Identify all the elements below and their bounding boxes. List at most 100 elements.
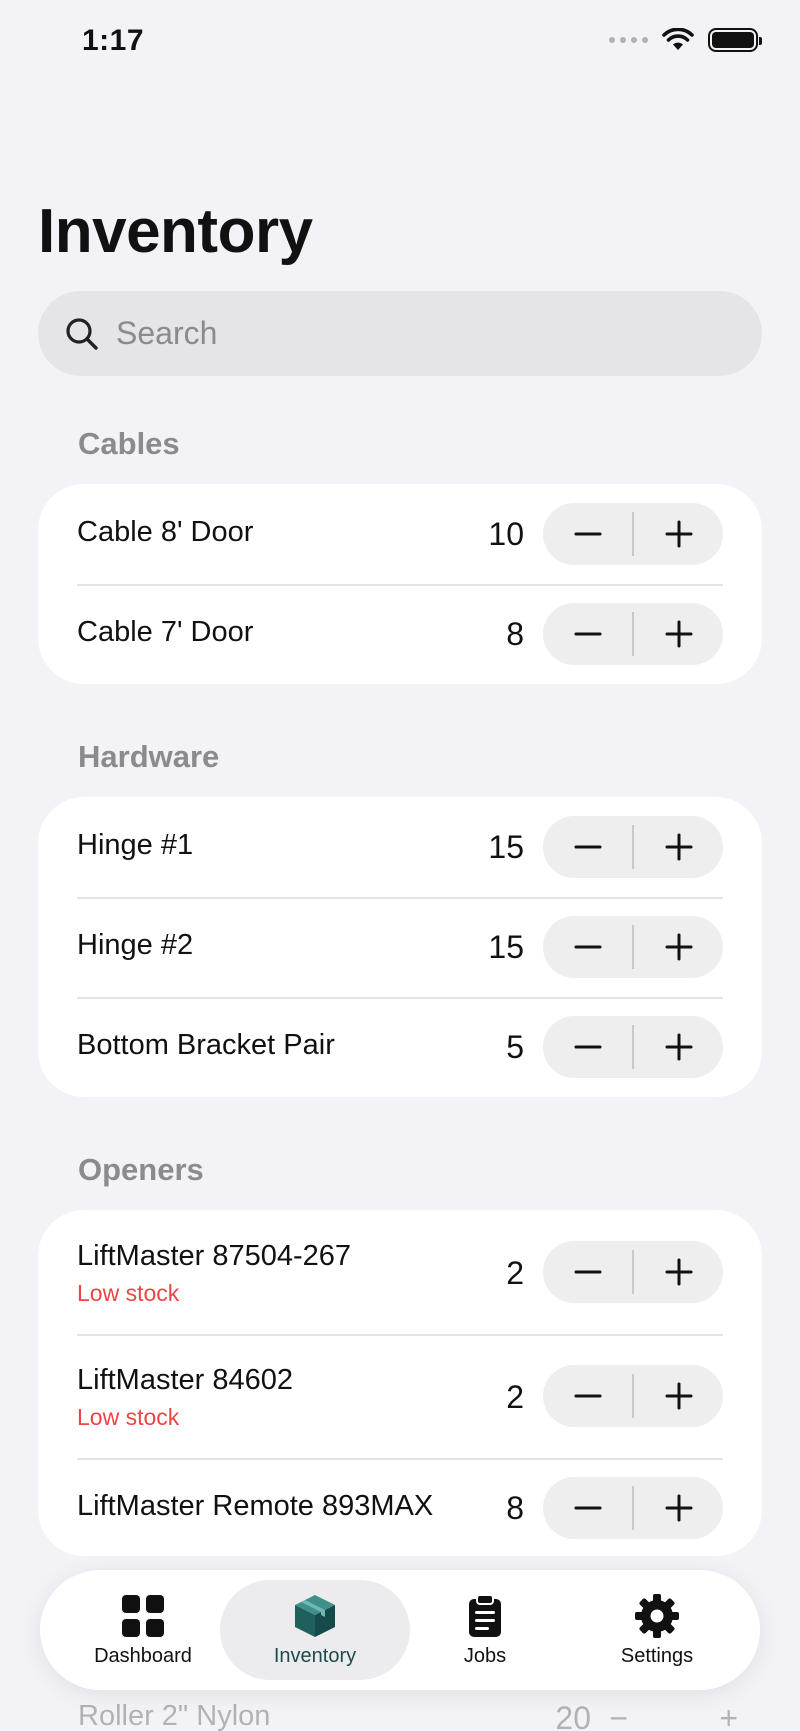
grid-icon [122,1594,164,1637]
item-quantity: 2 [506,1255,524,1291]
minus-icon [574,532,601,536]
quantity-stepper [543,1241,723,1303]
list-item: Cable 8' Door 10 [38,484,762,584]
item-name: LiftMaster Remote 893MAX [77,1490,434,1522]
cellular-signal-icon [609,37,648,43]
list-item: Bottom Bracket Pair 5 [38,997,762,1097]
quantity-stepper [543,603,723,665]
minus-icon [574,632,601,636]
increment-button[interactable] [634,816,723,878]
minus-icon [574,1394,601,1398]
decrement-button[interactable] [543,603,632,665]
section-card-hardware: Hinge #1 15 Hinge #2 15 Bottom Bracket P… [38,797,762,1097]
plus-icon [665,1033,692,1061]
page-title: Inventory [38,197,313,266]
item-name: Roller 2" Nylon [78,1700,271,1731]
increment-button[interactable] [634,916,723,978]
section-header-openers: Openers [78,1152,204,1187]
item-name: Cable 7' Door [77,616,254,648]
plus-icon [665,1494,692,1522]
tab-bar: Dashboard Inventory Jobs Settings [40,1570,760,1690]
tab-label: Settings [620,1644,694,1667]
list-item: LiftMaster Remote 893MAX 8 [38,1458,762,1556]
tab-jobs[interactable]: Jobs [390,1580,580,1680]
item-name: LiftMaster 87504-267 [77,1240,352,1272]
item-name: LiftMaster 84602 [77,1364,294,1396]
wifi-icon [662,28,694,50]
plus-icon [665,620,692,648]
item-name: Bottom Bracket Pair [77,1029,335,1061]
list-item: LiftMaster 87504-267 Low stock 2 [38,1210,762,1334]
list-item: Hinge #2 15 [38,897,762,997]
plus-icon [665,520,692,548]
search-input[interactable] [116,315,716,352]
decrement-button[interactable] [543,1365,632,1427]
tab-inventory[interactable]: Inventory [220,1580,410,1680]
clipboard-icon [469,1593,501,1637]
decrement-button[interactable] [543,1016,632,1078]
minus-icon [574,945,601,949]
increment-button[interactable] [634,1365,723,1427]
tab-settings[interactable]: Settings [562,1580,752,1680]
search-icon [66,317,98,350]
increment-button[interactable] [634,1477,723,1539]
list-item: Hinge #1 15 [38,797,762,897]
quantity-stepper [543,503,723,565]
item-quantity: 5 [506,1029,524,1065]
minus-icon [574,1045,601,1049]
item-quantity: 15 [488,829,524,865]
item-quantity: 8 [506,1490,524,1526]
tab-label: Dashboard [94,1644,192,1667]
status-bar: 1:17 [0,0,800,90]
battery-icon [708,28,762,52]
section-card-openers: LiftMaster 87504-267 Low stock 2 LiftMas… [38,1210,762,1556]
increment-button[interactable]: + [719,1700,738,1731]
quantity-stepper [543,1477,723,1539]
status-icons [609,28,762,52]
item-name: Cable 8' Door [77,516,254,548]
decrement-button[interactable] [543,1241,632,1303]
decrement-button[interactable] [543,503,632,565]
item-name: Hinge #2 [77,929,194,961]
minus-icon [574,1270,601,1274]
plus-icon [665,1382,692,1410]
item-quantity: 20 [555,1700,591,1731]
section-header-hardware: Hardware [78,739,220,774]
search-bar[interactable] [38,291,762,376]
partial-list-item: Roller 2" Nylon 20 − + [78,1700,738,1731]
increment-button[interactable] [634,603,723,665]
tab-dashboard[interactable]: Dashboard [48,1580,238,1680]
tab-label: Inventory [273,1644,357,1667]
decrement-button[interactable] [543,916,632,978]
item-name: Hinge #1 [77,829,194,861]
quantity-stepper [543,916,723,978]
increment-button[interactable] [634,503,723,565]
item-quantity: 2 [506,1379,524,1415]
gear-icon [635,1593,679,1638]
low-stock-label: Low stock [77,1404,180,1430]
increment-button[interactable] [634,1016,723,1078]
list-item: LiftMaster 84602 Low stock 2 [38,1334,762,1458]
item-quantity: 8 [506,616,524,652]
section-card-cables: Cable 8' Door 10 Cable 7' Door 8 [38,484,762,684]
plus-icon [665,933,692,961]
low-stock-label: Low stock [77,1280,180,1306]
quantity-stepper [543,1016,723,1078]
item-quantity: 15 [488,929,524,965]
minus-icon [574,1506,601,1510]
section-header-cables: Cables [78,426,180,461]
decrement-button[interactable] [543,1477,632,1539]
tab-label: Jobs [463,1644,507,1667]
item-quantity: 10 [488,516,524,552]
quantity-stepper [543,1365,723,1427]
increment-button[interactable] [634,1241,723,1303]
minus-icon [574,845,601,849]
decrement-button[interactable]: − [609,1700,628,1731]
plus-icon [665,1258,692,1286]
decrement-button[interactable] [543,816,632,878]
status-time: 1:17 [82,24,145,57]
box-icon [295,1594,335,1637]
plus-icon [665,833,692,861]
list-item: Cable 7' Door 8 [38,584,762,684]
quantity-stepper [543,816,723,878]
